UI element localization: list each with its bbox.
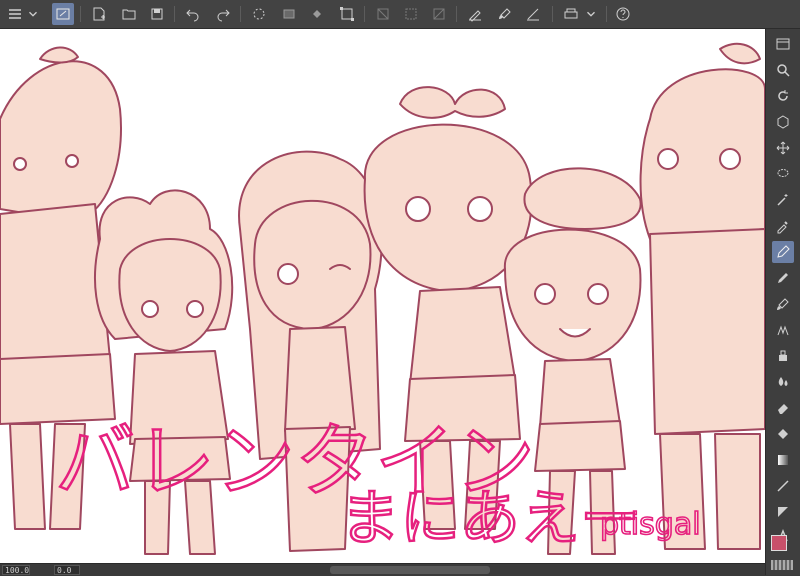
character-right-tall	[639, 42, 765, 550]
rotation-field[interactable]: 0.0	[54, 565, 80, 575]
status-bar: 100.0 0.0	[0, 563, 765, 576]
pen-icon[interactable]	[772, 241, 794, 263]
redo-icon[interactable]	[212, 3, 234, 25]
brush-icon[interactable]	[494, 3, 516, 25]
decoration-icon[interactable]	[772, 345, 794, 367]
transform-icon[interactable]	[336, 3, 358, 25]
drawing-canvas[interactable]: バレンタイン まにあえー ptisgal	[0, 29, 765, 563]
canvas-icon[interactable]	[52, 3, 74, 25]
select-all-icon[interactable]	[400, 3, 422, 25]
fill-icon[interactable]	[772, 423, 794, 445]
gradient-icon[interactable]	[772, 449, 794, 471]
new-file-icon[interactable]	[88, 3, 110, 25]
clear-icon[interactable]	[428, 3, 450, 25]
blend-icon[interactable]	[772, 371, 794, 393]
printer-icon[interactable]	[560, 3, 582, 25]
rotate-icon[interactable]	[772, 85, 794, 107]
menu-icon[interactable]	[4, 3, 26, 25]
horizontal-scrollbar[interactable]	[330, 566, 490, 574]
subtitle-handwriting: まにあえー	[340, 484, 640, 554]
help-icon[interactable]	[612, 3, 634, 25]
fill-icon[interactable]	[278, 3, 300, 25]
frame-icon[interactable]	[772, 501, 794, 523]
transparent-color-toggle[interactable]	[771, 560, 793, 570]
pen-stabilizer-icon[interactable]	[464, 3, 486, 25]
lasso-icon[interactable]	[772, 163, 794, 185]
signature-handwriting: ptisgal	[600, 507, 701, 542]
eraser-icon[interactable]	[772, 397, 794, 419]
save-icon[interactable]	[146, 3, 168, 25]
zoom-field[interactable]: 100.0	[2, 565, 30, 575]
airbrush-icon[interactable]	[772, 319, 794, 341]
tool-palette	[765, 29, 800, 575]
line-art: バレンタイン まにあえー ptisgal	[0, 42, 765, 555]
magic-wand-icon[interactable]	[772, 189, 794, 211]
move-icon[interactable]	[772, 137, 794, 159]
zoom-icon[interactable]	[772, 59, 794, 81]
window-icon[interactable]	[772, 33, 794, 55]
loading-spinner-icon[interactable]	[248, 3, 270, 25]
line-icon[interactable]	[772, 475, 794, 497]
hide-icon[interactable]	[372, 3, 394, 25]
pencil-icon[interactable]	[772, 267, 794, 289]
chevron-down-icon[interactable]	[584, 3, 598, 25]
color-swatch[interactable]	[771, 535, 793, 557]
open-folder-icon[interactable]	[118, 3, 140, 25]
ruler-icon[interactable]	[522, 3, 544, 25]
foreground-color[interactable]	[771, 535, 787, 551]
chevron-down-icon[interactable]	[26, 3, 40, 25]
eyedropper-icon[interactable]	[772, 215, 794, 237]
paint-bucket-icon[interactable]	[306, 3, 328, 25]
undo-icon[interactable]	[182, 3, 204, 25]
top-toolbar	[0, 0, 800, 29]
3d-object-icon[interactable]	[772, 111, 794, 133]
brush-icon[interactable]	[772, 293, 794, 315]
